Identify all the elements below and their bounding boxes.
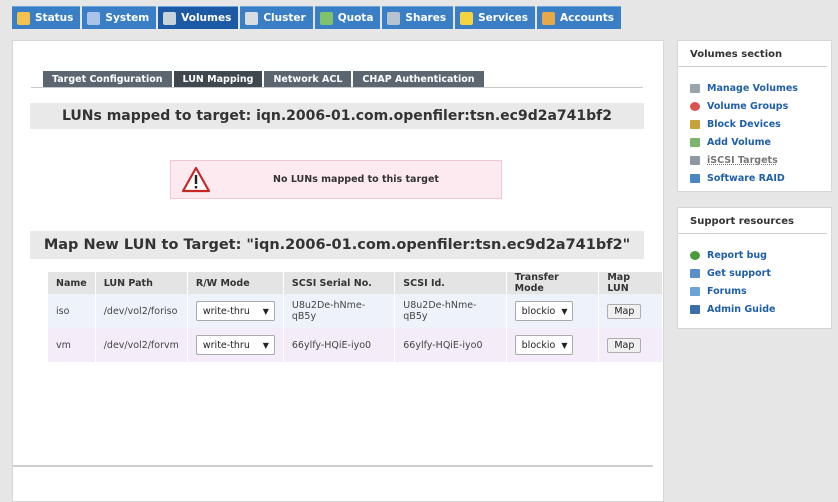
manage-volumes-icon (690, 83, 700, 93)
scsi-serial: 66ylfy-HQiE-iyo0 (283, 328, 396, 362)
status-icon (17, 11, 30, 25)
main-panel: Target Configuration LUN Mapping Network… (12, 40, 664, 502)
shares-icon (387, 11, 401, 25)
col-map-lun: Map LUN (599, 272, 663, 294)
block-devices-icon (690, 119, 700, 129)
admin-guide-icon (690, 304, 700, 314)
no-luns-warning: No LUNs mapped to this target (170, 160, 502, 199)
rw-mode-select[interactable]: write-thru ▼ (195, 335, 275, 355)
sidebar-item-manage-volumes[interactable]: Manage Volumes (678, 79, 831, 97)
table-header-row: Name LUN Path R/W Mode SCSI Serial No. S… (48, 272, 663, 294)
sidebar-item-block-devices[interactable]: Block Devices (678, 115, 831, 133)
scsi-id: 66ylfy-HQiE-iyo0 (395, 328, 507, 362)
map-lun-button[interactable]: Map (607, 303, 642, 319)
table-row: iso /dev/vol2/foriso write-thru ▼ U8u2De-… (48, 294, 663, 328)
map-new-lun-heading: Map New LUN to Target: "iqn.2006-01.com.… (30, 231, 644, 259)
software-raid-icon (690, 173, 700, 183)
subtab-divider (31, 87, 643, 88)
lun-path: /dev/vol2/forvm (95, 328, 188, 362)
services-icon (460, 11, 474, 25)
subtab-network-acl[interactable]: Network ACL (264, 71, 352, 87)
quota-icon (319, 11, 333, 25)
nav-tab-cluster[interactable]: Cluster (240, 6, 313, 29)
col-scsi-serial: SCSI Serial No. (283, 272, 396, 294)
nav-tab-shares[interactable]: Shares (382, 6, 454, 29)
support-resources-panel: Support resources Report bug Get support… (677, 207, 832, 329)
col-scsi-id: SCSI Id. (395, 272, 507, 294)
accounts-icon (542, 11, 556, 25)
col-name: Name (48, 272, 96, 294)
nav-tab-volumes[interactable]: Volumes (158, 6, 239, 29)
sidebar-item-software-raid[interactable]: Software RAID (678, 169, 831, 187)
mapped-luns-heading: LUNs mapped to target: iqn.2006-01.com.o… (30, 103, 644, 129)
iscsi-subtabs: Target Configuration LUN Mapping Network… (43, 71, 484, 87)
dropdown-arrow-icon: ▼ (262, 306, 269, 316)
sidebar-item-iscsi-targets[interactable]: iSCSI Targets (678, 151, 831, 169)
sidebar-item-forums[interactable]: Forums (678, 282, 831, 300)
volumes-icon (163, 11, 177, 25)
system-icon (87, 11, 101, 25)
support-resources-title: Support resources (678, 208, 827, 234)
nav-tab-accounts[interactable]: Accounts (537, 6, 622, 29)
footer-divider (13, 465, 653, 467)
scsi-serial: U8u2De-hNme-qB5y (283, 294, 396, 328)
add-volume-icon (690, 137, 700, 147)
nav-tab-services[interactable]: Services (455, 6, 536, 29)
nav-tab-quota[interactable]: Quota (314, 6, 381, 29)
main-nav: Status System Volumes Cluster Quota Shar… (12, 6, 622, 29)
report-bug-icon (690, 250, 700, 260)
sidebar-item-volume-groups[interactable]: Volume Groups (678, 97, 831, 115)
nav-tab-system[interactable]: System (82, 6, 157, 29)
lun-path: /dev/vol2/foriso (95, 294, 188, 328)
dropdown-arrow-icon: ▼ (262, 340, 269, 350)
cluster-icon (245, 11, 259, 25)
volume-groups-icon (690, 101, 700, 111)
rw-mode-select[interactable]: write-thru ▼ (195, 301, 275, 321)
forums-icon (690, 286, 700, 296)
sidebar-item-report-bug[interactable]: Report bug (678, 246, 831, 264)
scsi-id: U8u2De-hNme-qB5y (395, 294, 507, 328)
lun-name: vm (48, 328, 96, 362)
get-support-icon (690, 268, 700, 278)
subtab-chap-authentication[interactable]: CHAP Authentication (353, 71, 484, 87)
subtab-target-configuration[interactable]: Target Configuration (43, 71, 172, 87)
dropdown-arrow-icon: ▼ (561, 340, 568, 350)
lun-table: Name LUN Path R/W Mode SCSI Serial No. S… (48, 272, 663, 362)
transfer-mode-select[interactable]: blockio ▼ (514, 301, 573, 321)
sidebar-item-get-support[interactable]: Get support (678, 264, 831, 282)
subtab-lun-mapping[interactable]: LUN Mapping (173, 71, 263, 87)
volumes-section-panel: Volumes section Manage Volumes Volume Gr… (677, 40, 832, 192)
nav-tab-status[interactable]: Status (12, 6, 81, 29)
sidebar-item-add-volume[interactable]: Add Volume (678, 133, 831, 151)
lun-name: iso (48, 294, 96, 328)
transfer-mode-select[interactable]: blockio ▼ (514, 335, 573, 355)
sidebar-item-admin-guide[interactable]: Admin Guide (678, 300, 831, 318)
iscsi-targets-icon (690, 155, 700, 165)
col-rw-mode: R/W Mode (187, 272, 284, 294)
col-lun-path: LUN Path (95, 272, 188, 294)
table-row: vm /dev/vol2/forvm write-thru ▼ 66ylfy-HQ… (48, 328, 663, 362)
col-transfer-mode: Transfer Mode (506, 272, 600, 294)
map-lun-button[interactable]: Map (607, 337, 642, 353)
volumes-section-title: Volumes section (678, 41, 827, 67)
warning-message: No LUNs mapped to this target (273, 174, 439, 185)
dropdown-arrow-icon: ▼ (561, 306, 568, 316)
